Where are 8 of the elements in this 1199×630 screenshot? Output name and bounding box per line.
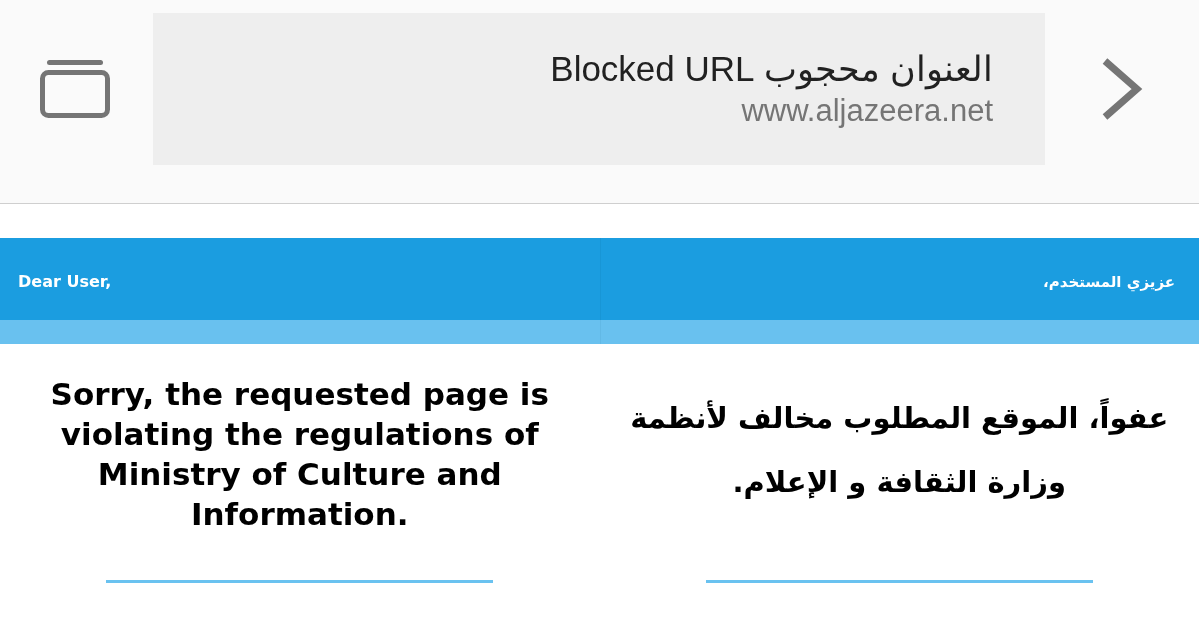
notice-message: Sorry, the requested page is violating the regulations of Ministry of Culture and Information.	[49, 375, 550, 534]
tabs-icon[interactable]	[40, 59, 110, 118]
greeting-text: Dear User,	[18, 271, 112, 293]
notice-message: عفواً، الموقع المطلوب مخالف لأنظمة وزارة الثقافة و الإعلام.	[604, 386, 1195, 526]
page-title: العنوان محجوب Blocked URL	[550, 47, 993, 91]
greeting-text: عزيزي المستخدم،	[1043, 271, 1175, 294]
page-url: www.aljazeera.net	[741, 91, 993, 130]
chevron-right-icon[interactable]	[1101, 56, 1143, 121]
